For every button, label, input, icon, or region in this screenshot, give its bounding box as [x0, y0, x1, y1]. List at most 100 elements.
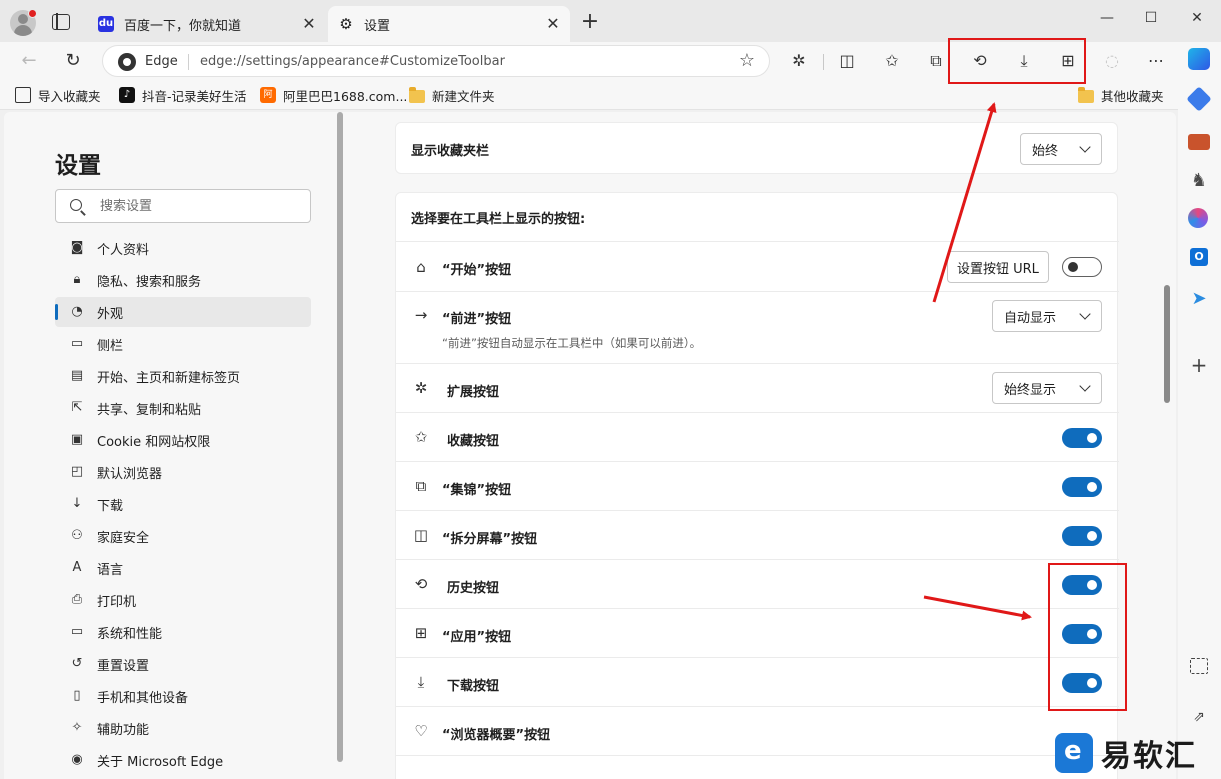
more-menu-icon[interactable]: ⋯ — [1144, 49, 1168, 73]
favorite-1688[interactable]: 阿 阿里巴巴1688.com... — [260, 86, 407, 104]
split-screen-button-toggle[interactable] — [1062, 526, 1102, 546]
tab-settings[interactable]: ⚙ 设置 ✕ — [328, 6, 570, 42]
alibaba-icon: 阿 — [260, 87, 276, 103]
reset-icon: ↺ — [71, 656, 83, 671]
search-settings-box[interactable] — [55, 189, 311, 223]
close-window-button[interactable]: ✕ — [1177, 6, 1217, 30]
edge-sidebar: ♞ O ➤ + ⇗ — [1178, 42, 1221, 779]
sidebar-item-profile[interactable]: ◙ 个人资料 — [55, 233, 311, 263]
sidebar-item-privacy[interactable]: 🔒︎ 隐私、搜索和服务 — [55, 265, 311, 295]
cookie-icon: ▣ — [70, 432, 84, 447]
row-next — [396, 755, 1119, 779]
arrow-right-icon: → — [414, 306, 428, 324]
favorites-button-toggle[interactable] — [1062, 428, 1102, 448]
gear-icon: ⚙ — [339, 15, 353, 33]
nav-scrollbar[interactable] — [337, 112, 343, 762]
games-chess-icon[interactable]: ♞ — [1188, 170, 1210, 192]
sidebar-item-cookies[interactable]: ▣ Cookie 和网站权限 — [55, 425, 311, 455]
watermark: 易软汇 — [1055, 731, 1197, 775]
send-drop-icon[interactable]: ➤ — [1188, 288, 1210, 310]
set-button-url-button[interactable]: 设置按钮 URL — [947, 251, 1049, 283]
favorite-new-folder[interactable]: 新建文件夹 — [409, 86, 495, 104]
download-icon: ⤓ — [417, 673, 425, 691]
new-tab-button[interactable]: + — [578, 10, 602, 34]
favorites-star-list-icon[interactable]: ✩ — [880, 49, 904, 73]
close-tab-icon[interactable]: ✕ — [544, 15, 562, 33]
row-browser-essentials-button: ♡ “浏览器概要”按钮 — [396, 706, 1119, 755]
browser-essentials-icon[interactable]: ◌ — [1100, 49, 1124, 73]
minimize-button[interactable]: — — [1087, 6, 1127, 30]
content-scrollbar[interactable] — [1164, 285, 1170, 403]
sidebar-item-phone[interactable]: ▯ 手机和其他设备 — [55, 681, 311, 711]
favorite-import[interactable]: 导入收藏夹 — [15, 86, 101, 104]
edge-logo-icon: ◉ — [71, 752, 83, 767]
sidebar-item-appearance[interactable]: ◔ 外观 — [55, 297, 311, 327]
split-screen-icon[interactable]: ◫ — [835, 49, 859, 73]
lock-icon: 🔒︎ — [73, 272, 81, 287]
history-icon: ⟲ — [414, 575, 428, 593]
address-url[interactable]: edge://settings/appearance#CustomizeTool… — [200, 52, 505, 72]
tab-actions-icon[interactable] — [52, 13, 70, 30]
sidebar-item-about[interactable]: ◉ 关于 Microsoft Edge — [55, 745, 311, 775]
folder-icon — [1078, 86, 1094, 103]
favorites-bar: 导入收藏夹 ♪ 抖音-记录美好生活 阿 阿里巴巴1688.com... 新建文件… — [0, 80, 1221, 110]
add-favorite-star-icon[interactable]: ☆ — [739, 50, 755, 72]
browser-icon: ◰ — [70, 464, 84, 479]
copilot-icon[interactable] — [1188, 48, 1210, 70]
outlook-icon[interactable]: O — [1190, 248, 1208, 266]
row-history-button: ⟲ 历史按钮 — [396, 559, 1119, 608]
tab-title: 设置 — [364, 18, 391, 34]
other-favorites[interactable]: 其他收藏夹 — [1078, 86, 1164, 104]
sidebar-icon: ▭ — [70, 336, 84, 351]
collections-icon[interactable]: ⧉ — [924, 49, 948, 73]
sidebar-item-system[interactable]: ▭ 系统和性能 — [55, 617, 311, 647]
profile-icon: ◙ — [70, 240, 84, 255]
shopping-tag-icon[interactable] — [1186, 86, 1212, 112]
add-sidebar-app-icon[interactable]: + — [1188, 354, 1210, 376]
sidebar-item-start-home[interactable]: ▤ 开始、主页和新建标签页 — [55, 361, 311, 391]
sidebar-item-downloads[interactable]: ↓ 下载 — [55, 489, 311, 519]
screenshot-icon[interactable] — [1190, 658, 1208, 674]
palette-icon: ◔ — [71, 304, 83, 319]
address-bar[interactable]: Edge edge://settings/appearance#Customiz… — [102, 45, 770, 77]
favorites-bar-dropdown[interactable]: 始终 — [1020, 133, 1102, 165]
douyin-icon: ♪ — [119, 87, 135, 103]
forward-button-dropdown[interactable]: 自动显示 — [992, 300, 1102, 332]
annotation-box-toggles — [1048, 563, 1127, 711]
open-external-icon[interactable]: ⇗ — [1188, 706, 1210, 728]
page-title: 设置 — [55, 153, 101, 179]
refresh-button[interactable]: ↻ — [60, 48, 86, 74]
settings-content: 显示收藏夹栏 始终 选择要在工具栏上显示的按钮: ⌂ “开始”按钮 设置按钮 U… — [347, 112, 1167, 779]
tools-briefcase-icon[interactable] — [1188, 134, 1210, 150]
microsoft-365-icon[interactable] — [1188, 208, 1208, 228]
accessibility-icon: ✧ — [71, 720, 83, 735]
sidebar-item-printer[interactable]: ⎙ 打印机 — [55, 585, 311, 615]
puzzle-icon: ✲ — [414, 379, 428, 397]
sidebar-item-language[interactable]: A 语言 — [55, 553, 311, 583]
sidebar-item-accessibility[interactable]: ✧ 辅助功能 — [55, 713, 311, 743]
laptop-icon: ▭ — [70, 624, 84, 639]
back-button[interactable]: ← — [16, 48, 42, 74]
favorite-douyin[interactable]: ♪ 抖音-记录美好生活 — [119, 86, 247, 104]
phone-icon: ▯ — [73, 688, 81, 703]
watermark-logo-icon — [1055, 733, 1093, 773]
split-screen-icon: ◫ — [413, 526, 429, 544]
row-split-screen-button: ◫ “拆分屏幕”按钮 — [396, 510, 1119, 559]
apps-icon: ⊞ — [414, 624, 428, 642]
collections-button-toggle[interactable] — [1062, 477, 1102, 497]
search-input[interactable] — [100, 196, 300, 216]
extensions-puzzle-icon[interactable]: ✲ — [787, 49, 811, 73]
sidebar-item-default-browser[interactable]: ◰ 默认浏览器 — [55, 457, 311, 487]
sidebar-item-share[interactable]: ⇱ 共享、复制和粘贴 — [55, 393, 311, 423]
maximize-button[interactable]: ☐ — [1131, 6, 1171, 30]
tab-baidu[interactable]: du 百度一下，你就知道 ✕ — [88, 6, 326, 42]
home-button-toggle[interactable] — [1062, 257, 1102, 277]
download-icon: ↓ — [71, 496, 83, 511]
sidebar-item-family[interactable]: ⚇ 家庭安全 — [55, 521, 311, 551]
sidebar-item-reset[interactable]: ↺ 重置设置 — [55, 649, 311, 679]
sidebar-item-sidebar[interactable]: ▭ 侧栏 — [55, 329, 311, 359]
extensions-button-dropdown[interactable]: 始终显示 — [992, 372, 1102, 404]
close-tab-icon[interactable]: ✕ — [300, 15, 318, 33]
home-grid-icon: ▤ — [70, 368, 84, 383]
forward-button-description: “前进”按钮自动显示在工具栏中（如果可以前进）。 — [442, 336, 702, 350]
